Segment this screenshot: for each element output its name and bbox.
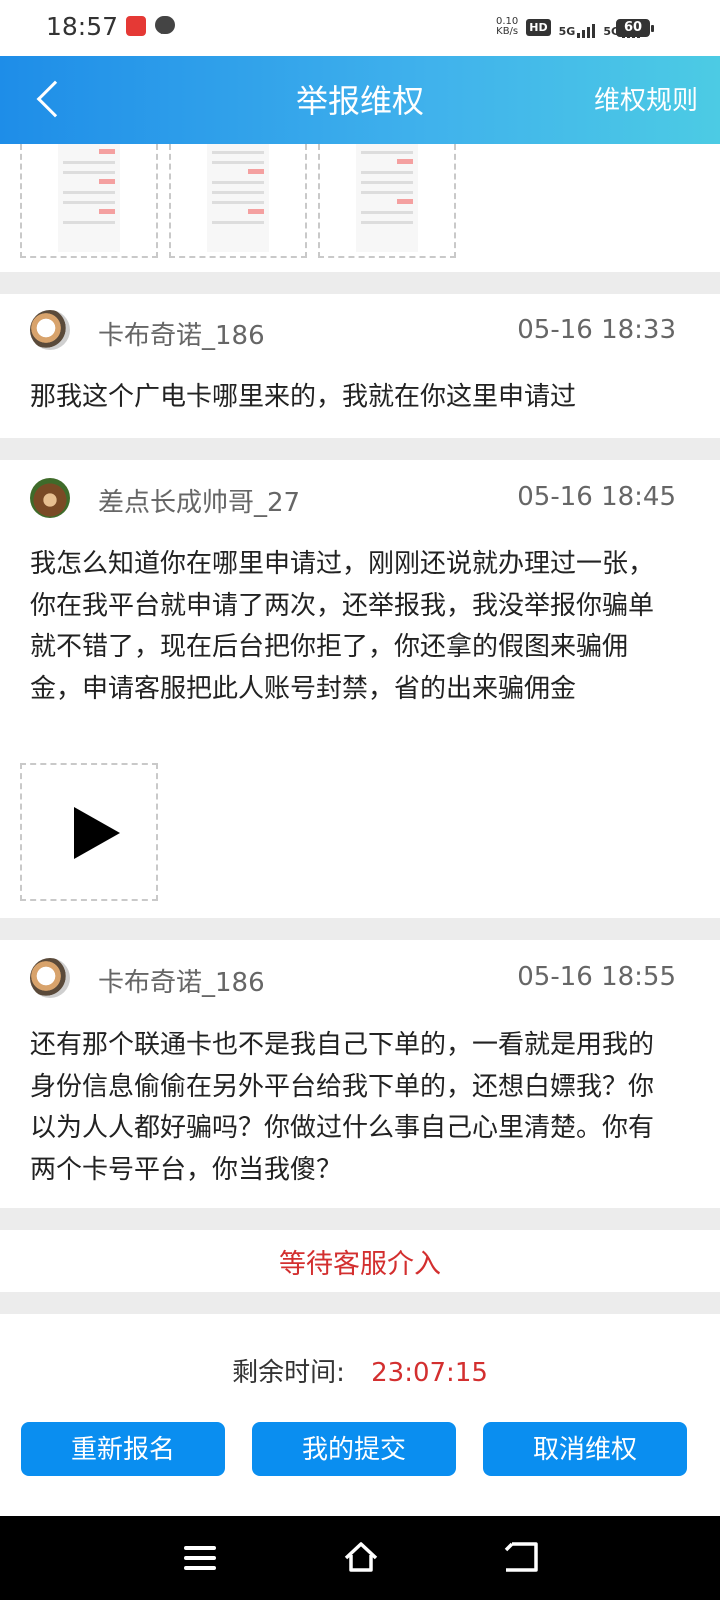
- network-speed: 0.10 KB/s: [496, 17, 518, 37]
- status-bar: 18:57 0.10 KB/s HD 5G 5G 60: [0, 0, 720, 56]
- video-attachment[interactable]: [20, 763, 158, 901]
- status-card: 等待客服介入: [0, 1230, 720, 1292]
- remaining-time-value: 23:07:15: [371, 1358, 488, 1388]
- action-panel: [0, 1314, 720, 1516]
- comment-card: 卡布奇诺_186 05-16 18:33 那我这个广电卡哪里来的，我就在你这里申…: [0, 294, 720, 438]
- comment-card: 差点长成帅哥_27 05-16 18:45 我怎么知道你在哪里申请过，刚刚还说就…: [0, 460, 720, 918]
- app-notification-icon: [126, 16, 146, 36]
- avatar[interactable]: [30, 310, 70, 350]
- chat-notification-icon: [155, 16, 175, 34]
- sim1-network-type: 5G: [558, 25, 576, 38]
- system-nav-bar: [0, 1516, 720, 1600]
- status-time: 18:57: [46, 12, 119, 41]
- rules-link[interactable]: 维权规则: [594, 80, 698, 117]
- signal-sim1-icon: 5G: [559, 16, 596, 38]
- comment-text: 还有那个联通卡也不是我自己下单的，一看就是用我的身份信息偷偷在另外平台给我下单的…: [30, 1030, 655, 1185]
- comment-username: 卡布奇诺_186: [98, 321, 265, 351]
- attachment-thumbnails: [0, 144, 720, 272]
- avatar[interactable]: [30, 958, 70, 998]
- my-submission-button[interactable]: 我的提交: [252, 1422, 456, 1476]
- attachment-image[interactable]: [318, 144, 456, 258]
- network-speed-unit: KB/s: [496, 26, 519, 37]
- hd-voice-icon: HD: [526, 18, 551, 36]
- comment-time: 05-16 18:45: [517, 482, 676, 512]
- back-nav-icon[interactable]: [502, 1538, 540, 1576]
- status-text: 等待客服介入: [279, 1249, 441, 1280]
- app-header: 举报维权 维权规则: [0, 56, 720, 144]
- comment-text: 我怎么知道你在哪里申请过，刚刚还说就办理过一张，你在我平台就申请了两次，还举报我…: [30, 549, 655, 704]
- home-icon[interactable]: [342, 1538, 380, 1576]
- re-register-button[interactable]: 重新报名: [21, 1422, 225, 1476]
- comment-username: 卡布奇诺_186: [98, 968, 265, 998]
- cancel-claim-button[interactable]: 取消维权: [483, 1422, 687, 1476]
- attachment-image[interactable]: [169, 144, 307, 258]
- remaining-time: 剩余时间: 23:07:15: [0, 1352, 720, 1389]
- comment-time: 05-16 18:33: [517, 315, 676, 345]
- play-icon[interactable]: [74, 807, 120, 859]
- comment-card: 卡布奇诺_186 05-16 18:55 还有那个联通卡也不是我自己下单的，一看…: [0, 940, 720, 1208]
- attachment-image[interactable]: [20, 144, 158, 258]
- battery-icon: 60: [616, 19, 654, 37]
- comment-text: 那我这个广电卡哪里来的，我就在你这里申请过: [30, 382, 577, 412]
- comment-username: 差点长成帅哥_27: [98, 488, 301, 518]
- menu-icon[interactable]: [184, 1546, 216, 1576]
- avatar[interactable]: [30, 478, 70, 518]
- comment-time: 05-16 18:55: [517, 962, 676, 992]
- remaining-time-label: 剩余时间:: [232, 1358, 345, 1388]
